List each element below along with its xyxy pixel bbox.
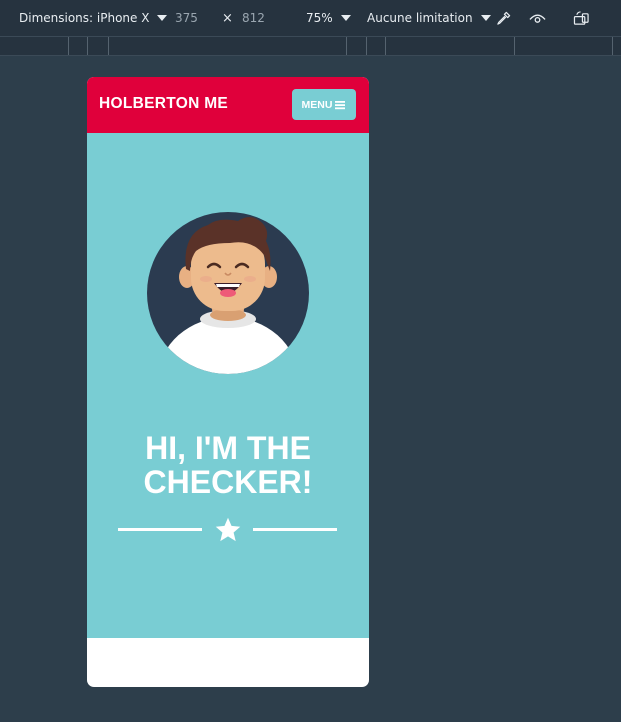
menu-button[interactable]: MENU [292,89,356,120]
chevron-down-icon [157,15,168,21]
chevron-down-icon [340,15,351,21]
menu-label: MENU [301,98,333,111]
eye-icon[interactable] [529,12,546,25]
hero-title-line2: CHECKER! [143,464,313,500]
site-navbar: HOLBERTON ME MENU [87,77,369,133]
star-divider [118,513,337,543]
device-dimensions-label: Dimensions: iPhone X [19,11,150,25]
divider-line-left [118,528,202,531]
times-separator: × [222,11,233,26]
brand-logo[interactable]: HOLBERTON ME [99,95,228,113]
hero-title: HI, I'M THE CHECKER! [87,431,369,499]
throttle-select[interactable]: Aucune limitation [367,11,491,25]
divider-line-right [253,528,337,531]
hero-section: HI, I'M THE CHECKER! [87,133,369,638]
width-input[interactable]: 375 [175,11,198,25]
hamburger-icon [335,100,346,109]
chevron-down-icon [480,15,491,21]
zoom-label: 75% [306,11,333,25]
devtools-toolbar: Dimensions: iPhone X 375 × 812 75% Aucun… [0,0,621,37]
star-icon [214,516,242,544]
zoom-select[interactable]: 75% [306,11,351,25]
height-input[interactable]: 812 [242,11,265,25]
eyedropper-icon[interactable] [496,11,511,26]
device-dimensions-select[interactable]: Dimensions: iPhone X [19,11,168,25]
avatar-image [147,212,309,374]
media-query-ruler [0,37,621,56]
throttle-label: Aucune limitation [367,11,473,25]
rotate-device-icon[interactable] [573,11,590,26]
device-viewport: HOLBERTON ME MENU HI, I'M THE CHECKER! [87,77,369,687]
hero-title-line1: HI, I'M THE [145,430,311,466]
